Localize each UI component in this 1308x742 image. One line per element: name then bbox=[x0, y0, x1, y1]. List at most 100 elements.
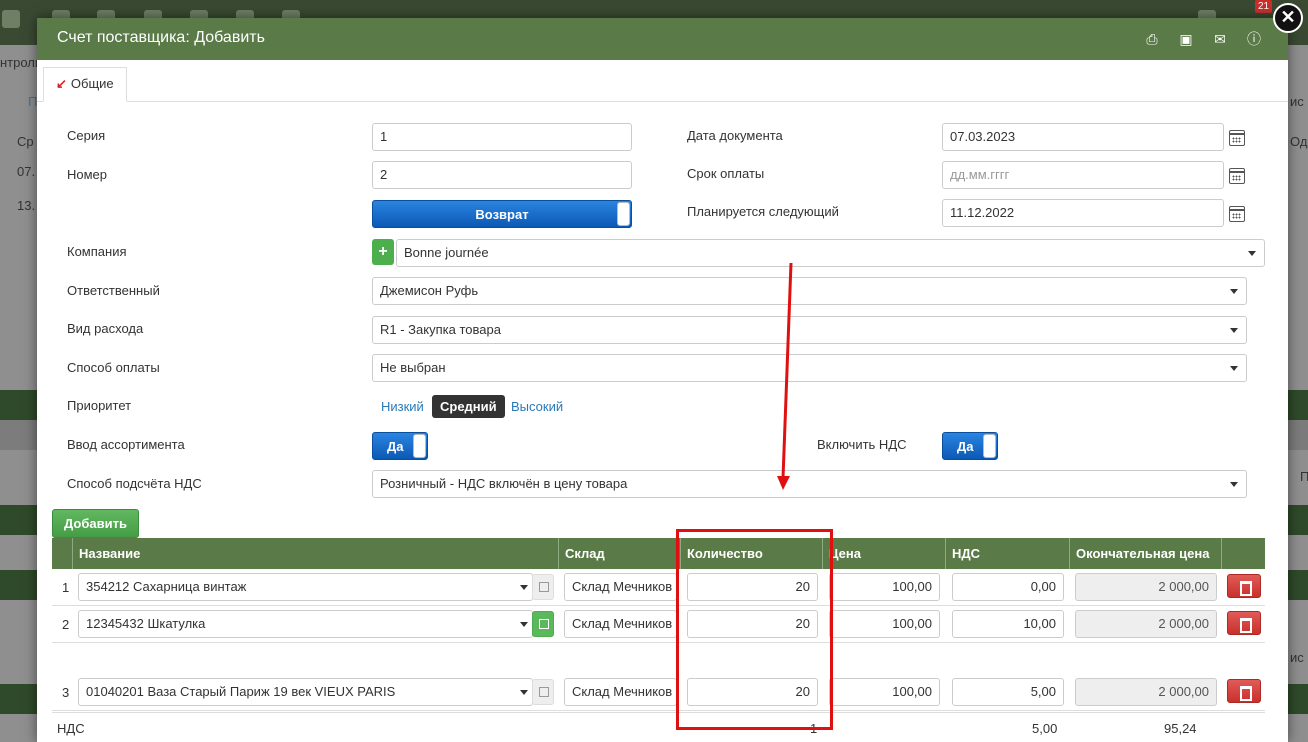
chevron-down-icon bbox=[520, 622, 528, 627]
return-toggle[interactable]: Возврат bbox=[372, 200, 632, 228]
vat-total-label: НДС bbox=[57, 721, 85, 736]
expense-type-label: Вид расхода bbox=[67, 321, 144, 336]
price-input[interactable]: 100,00 bbox=[829, 573, 940, 601]
assortment-toggle[interactable]: Да bbox=[372, 432, 428, 460]
product-select[interactable]: 354212 Сахарница винтаж bbox=[78, 573, 533, 601]
product-select[interactable]: 01040201 Ваза Старый Париж 19 век VIEUX … bbox=[78, 678, 533, 706]
column-header-name: Название bbox=[72, 538, 558, 569]
vat-input[interactable]: 10,00 bbox=[952, 610, 1064, 638]
column-header-warehouse: Склад bbox=[558, 538, 680, 569]
info-icon[interactable]: ⓘ bbox=[1245, 30, 1263, 48]
delete-icon[interactable] bbox=[1227, 679, 1261, 703]
next-planned-input[interactable]: 11.12.2022 bbox=[942, 199, 1224, 227]
payment-method-label: Способ оплаты bbox=[67, 360, 160, 375]
notification-badge: 21 bbox=[1255, 0, 1273, 13]
delete-icon[interactable] bbox=[1227, 574, 1261, 598]
tab-label: Общие bbox=[70, 76, 114, 91]
assortment-label: Ввод ассортимента bbox=[67, 437, 185, 452]
warehouse-select[interactable]: Склад Мечников bbox=[564, 573, 677, 601]
doc-date-label: Дата документа bbox=[687, 128, 783, 143]
quantity-total: 1 bbox=[810, 721, 818, 736]
price-input[interactable]: 100,00 bbox=[829, 610, 940, 638]
vat-method-select[interactable]: Розничный - НДС включён в цену товара bbox=[372, 470, 1247, 498]
calendar-icon[interactable] bbox=[1229, 130, 1245, 146]
bg-text: ис bbox=[1290, 94, 1304, 109]
bg-text: П bbox=[1300, 469, 1308, 484]
price-input[interactable]: 100,00 bbox=[829, 678, 940, 706]
payment-method-select[interactable]: Не выбран bbox=[372, 354, 1247, 382]
column-header-quantity: Количество bbox=[680, 538, 822, 569]
quantity-input[interactable]: 20 bbox=[687, 678, 818, 706]
export-icon[interactable]: ▣ bbox=[1177, 30, 1195, 48]
next-planned-label: Планируется следующий bbox=[687, 204, 839, 219]
priority-high[interactable]: Высокий bbox=[511, 399, 563, 414]
toggle-knob bbox=[983, 434, 996, 458]
vat-input[interactable]: 0,00 bbox=[952, 573, 1064, 601]
row-number: 1 bbox=[62, 580, 70, 595]
supplier-invoice-modal: Счет поставщика: Добавить ⎙ ▣ ✉ ⓘ ↙ Общие… bbox=[37, 18, 1288, 742]
chevron-down-icon bbox=[520, 585, 528, 590]
toggle-knob bbox=[413, 434, 426, 458]
add-company-button[interactable]: + bbox=[372, 239, 394, 265]
due-date-input[interactable]: дд.мм.гггг bbox=[942, 161, 1224, 189]
final-price-field: 2 000,00 bbox=[1075, 678, 1217, 706]
calendar-icon[interactable] bbox=[1229, 168, 1245, 184]
responsible-label: Ответственный bbox=[67, 283, 160, 298]
series-input[interactable]: 1 bbox=[372, 123, 632, 151]
product-select[interactable]: 12345432 Шкатулка bbox=[78, 610, 533, 638]
priority-medium[interactable]: Средний bbox=[432, 395, 505, 418]
column-header-actions bbox=[1221, 538, 1265, 569]
bg-text: 07. bbox=[17, 164, 36, 179]
include-vat-toggle[interactable]: Да bbox=[942, 432, 998, 460]
chevron-down-icon bbox=[1230, 482, 1238, 487]
due-date-label: Срок оплаты bbox=[687, 166, 765, 181]
calendar-icon[interactable] bbox=[1229, 206, 1245, 222]
toggle-knob bbox=[617, 202, 630, 226]
quantity-input[interactable]: 20 bbox=[687, 610, 818, 638]
column-header-final-price: Окончательная цена bbox=[1069, 538, 1221, 569]
modal-title: Счет поставщика: Добавить bbox=[57, 29, 265, 46]
bg-text: ис bbox=[1290, 650, 1304, 665]
delete-icon[interactable] bbox=[1227, 611, 1261, 635]
chevron-down-icon bbox=[1230, 366, 1238, 371]
warehouse-select[interactable]: Склад Мечников bbox=[564, 678, 677, 706]
expense-type-select[interactable]: R1 - Закупка товара bbox=[372, 316, 1247, 344]
table-row: 3 01040201 Ваза Старый Париж 19 век VIEU… bbox=[52, 674, 1265, 711]
bg-text: нтроли bbox=[0, 55, 43, 70]
chevron-down-icon bbox=[1230, 289, 1238, 294]
expense-type-value: R1 - Закупка товара bbox=[380, 322, 501, 337]
quantity-input[interactable]: 20 bbox=[687, 573, 818, 601]
responsible-value: Джемисон Руфь bbox=[380, 283, 479, 298]
table-row: 2 12345432 Шкатулка Склад Мечников 20 10… bbox=[52, 606, 1265, 643]
vat-input[interactable]: 5,00 bbox=[952, 678, 1064, 706]
assortment-toggle-label: Да bbox=[387, 439, 404, 454]
row-number: 3 bbox=[62, 685, 70, 700]
vat-method-label: Способ подсчёта НДС bbox=[67, 476, 202, 491]
add-item-button[interactable]: Добавить bbox=[52, 509, 139, 538]
print-icon[interactable]: ⎙ bbox=[1143, 30, 1161, 48]
column-header-vat: НДС bbox=[945, 538, 1069, 569]
final-total: 95,24 bbox=[1164, 721, 1197, 736]
vat-total: 5,00 bbox=[1032, 721, 1058, 736]
final-price-field: 2 000,00 bbox=[1075, 610, 1217, 638]
responsible-select[interactable]: Джемисон Руфь bbox=[372, 277, 1247, 305]
column-header-price: Цена bbox=[822, 538, 945, 569]
number-input[interactable]: 2 bbox=[372, 161, 632, 189]
priority-low[interactable]: Низкий bbox=[381, 399, 424, 414]
row-number: 2 bbox=[62, 617, 70, 632]
bg-text: 13. bbox=[17, 198, 36, 213]
warehouse-select[interactable]: Склад Мечников bbox=[564, 610, 677, 638]
edit-icon[interactable] bbox=[532, 679, 554, 705]
close-modal-button[interactable]: ✕ bbox=[1273, 3, 1303, 33]
edit-icon[interactable] bbox=[532, 574, 554, 600]
chevron-down-icon bbox=[1230, 328, 1238, 333]
company-label: Компания bbox=[67, 244, 127, 259]
vat-totals-row: НДС 1 5,00 95,24 bbox=[52, 712, 1265, 742]
bg-text: П bbox=[28, 94, 38, 109]
company-select[interactable]: Bonne journée bbox=[396, 239, 1265, 267]
mail-icon[interactable]: ✉ bbox=[1211, 30, 1229, 48]
tab-general[interactable]: ↙ Общие bbox=[43, 67, 127, 102]
edit-icon[interactable] bbox=[532, 611, 554, 637]
doc-date-input[interactable]: 07.03.2023 bbox=[942, 123, 1224, 151]
chevron-down-icon bbox=[520, 690, 528, 695]
